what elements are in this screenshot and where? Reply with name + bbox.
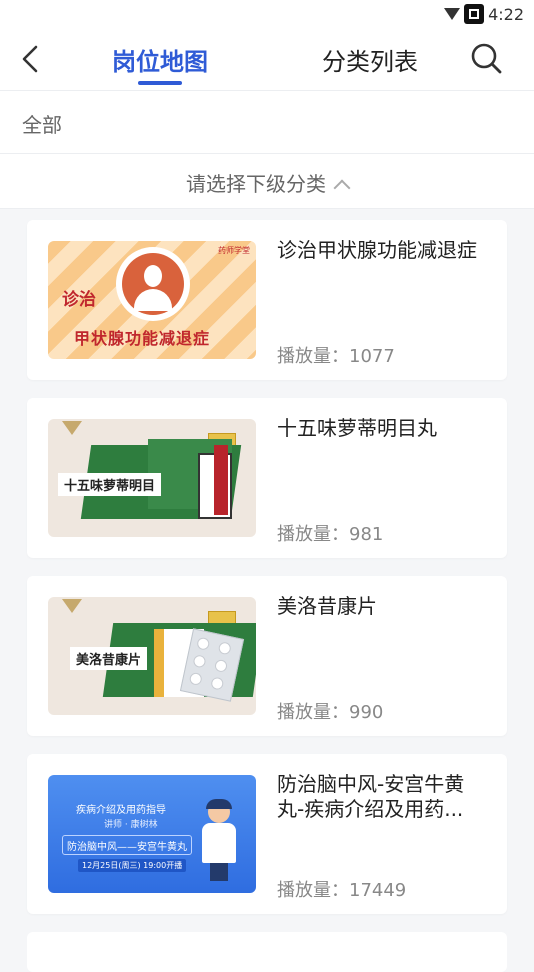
video-play-count: 播放量：1077 (277, 346, 395, 367)
filter-all-label: 全部 (22, 113, 62, 137)
filter-all-row[interactable]: 全部 (0, 91, 534, 154)
video-play-count: 播放量：981 (277, 524, 384, 545)
tab-job-map-label: 岗位地图 (112, 48, 208, 76)
video-title: 十五味萝蒂明目丸 (277, 416, 437, 440)
video-thumbnail: 十五味萝蒂明目 (48, 419, 256, 537)
thumb-brand: 药师学堂 (218, 246, 250, 255)
search-icon[interactable] (470, 42, 502, 74)
thumb-person-icon (116, 247, 190, 321)
subcategory-selector-content: 请选择下级分类 (0, 168, 534, 197)
thumb-line2: 甲状腺功能减退症 (74, 329, 211, 348)
thumb-banner-text: 防治脑中风——安宫牛黄丸 (67, 842, 187, 853)
thumb-line2: 讲师 · 康树林 (104, 820, 158, 830)
top-navigation: 岗位地图 分类列表 (0, 28, 534, 91)
status-icons: 4:22 (444, 4, 524, 24)
video-thumbnail: 药师学堂 诊治 甲状腺功能减退症 (48, 241, 256, 359)
thumb-label: 美洛昔康片 (70, 647, 148, 670)
thumb-date: 12月25日(周三) 19:00开播 (78, 859, 187, 872)
medicine-pack-shape (214, 445, 228, 515)
video-card[interactable]: 疾病介绍及用药指导 讲师 · 康树林 防治脑中风——安宫牛黄丸 12月25日(周… (27, 754, 507, 914)
video-card-partial[interactable] (27, 932, 507, 972)
doctor-icon (198, 799, 238, 881)
wifi-icon (444, 8, 461, 20)
thumb-line1: 诊治 (62, 290, 96, 310)
status-time: 4:22 (488, 4, 524, 24)
thumb-label: 十五味萝蒂明目 (58, 473, 162, 496)
tab-category-list-label: 分类列表 (322, 48, 418, 76)
tab-category-list[interactable]: 分类列表 (322, 42, 418, 77)
video-title: 美洛昔康片 (277, 594, 377, 618)
status-bar: 4:22 (0, 0, 534, 28)
video-card[interactable]: 十五味萝蒂明目 十五味萝蒂明目丸 播放量：981 (27, 398, 507, 558)
subcategory-label: 请选择下级分类 (186, 172, 326, 196)
video-play-count: 播放量：17449 (277, 880, 407, 901)
video-thumbnail: 美洛昔康片 (48, 597, 256, 715)
logo-mark-icon (62, 599, 82, 613)
thumb-line1: 疾病介绍及用药指导 (76, 805, 166, 816)
video-thumbnail: 疾病介绍及用药指导 讲师 · 康树林 防治脑中风——安宫牛黄丸 12月25日(周… (48, 775, 256, 893)
logo-mark-icon (62, 421, 82, 435)
video-card[interactable]: 药师学堂 诊治 甲状腺功能减退症 诊治甲状腺功能减退症 播放量：1077 (27, 220, 507, 380)
video-title: 防治脑中风-安宫牛黄丸-疾病介绍及用药... (277, 772, 465, 821)
video-title: 诊治甲状腺功能减退症 (277, 238, 477, 262)
video-play-count: 播放量：990 (277, 702, 384, 723)
video-card[interactable]: 美洛昔康片 美洛昔康片 播放量：990 (27, 576, 507, 736)
subcategory-selector[interactable]: 请选择下级分类 (0, 154, 534, 209)
chevron-up-icon (333, 179, 351, 197)
scan-icon[interactable] (464, 4, 485, 24)
back-arrow-icon[interactable] (18, 44, 48, 74)
active-tab-indicator (138, 81, 182, 85)
thumb-banner: 防治脑中风——安宫牛黄丸 (62, 835, 192, 855)
tab-job-map[interactable]: 岗位地图 (112, 42, 208, 85)
